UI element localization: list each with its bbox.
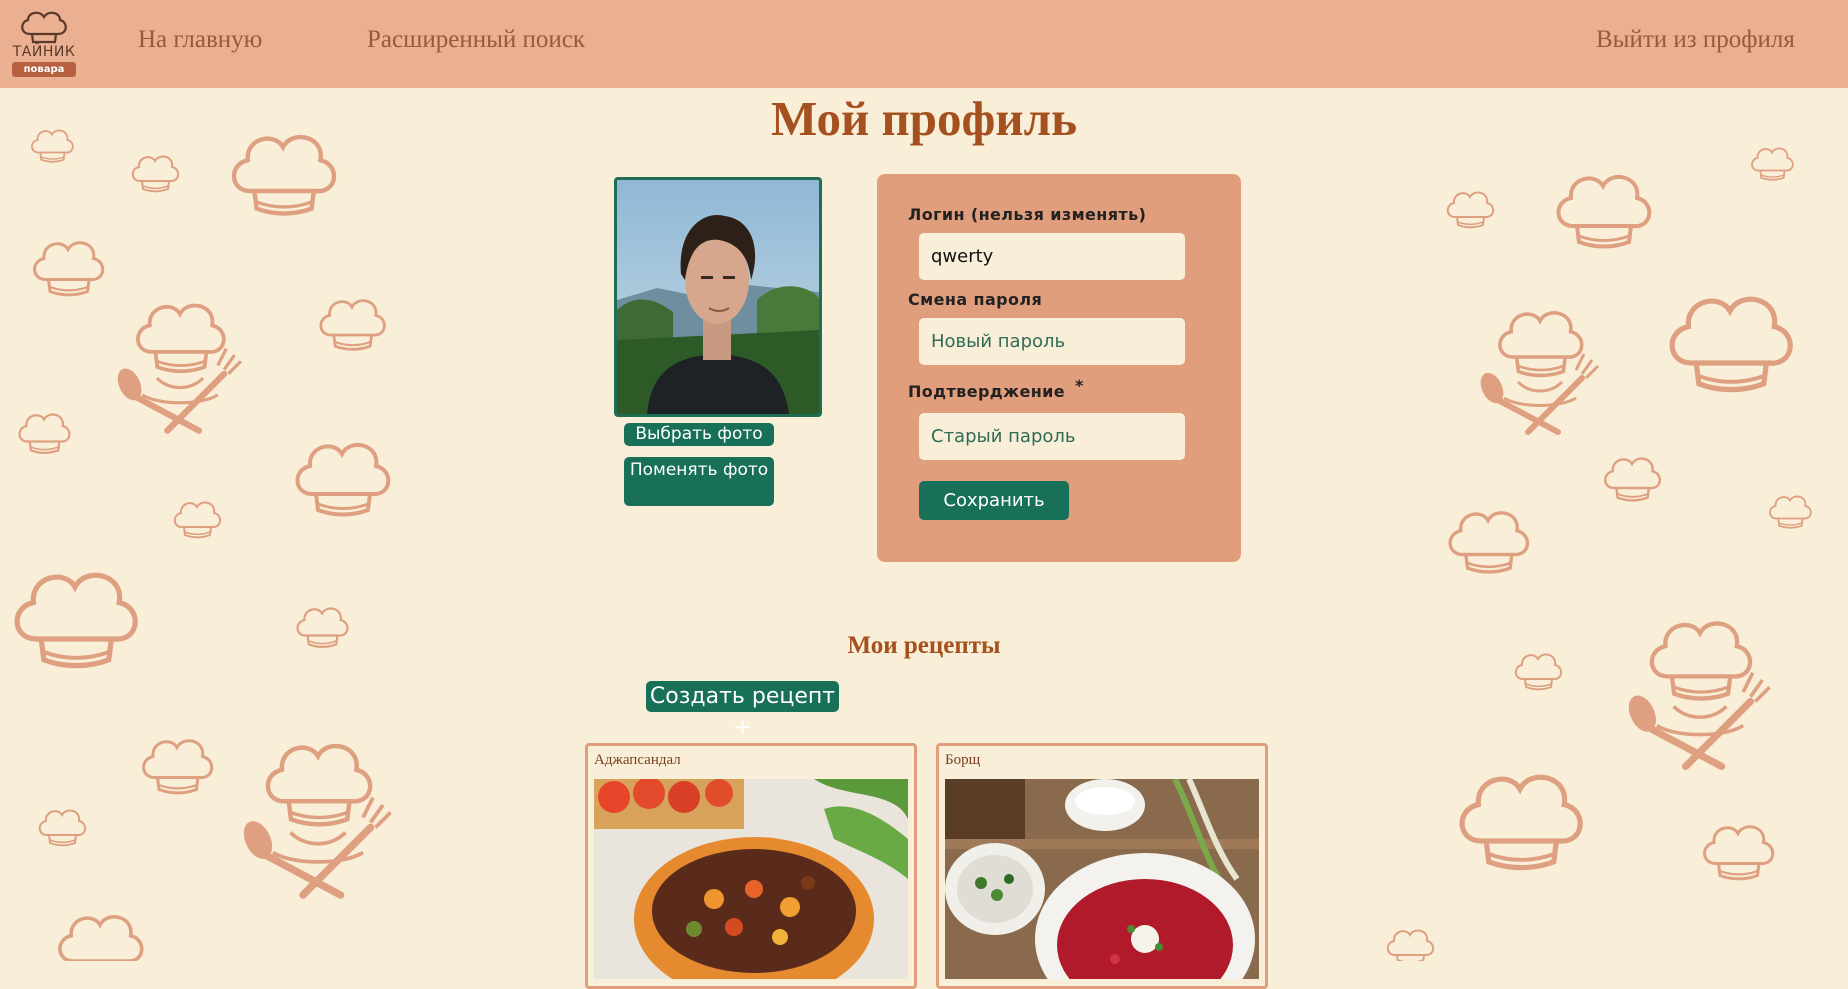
confirm-label: Подтверджение * xyxy=(908,376,1084,401)
choose-photo-button[interactable]: Выбрать фото xyxy=(624,423,774,446)
profile-photo xyxy=(614,177,822,417)
old-password-field[interactable] xyxy=(919,413,1185,460)
recipe-card[interactable]: Аджапсандал xyxy=(585,743,917,989)
password-label: Смена пароля xyxy=(908,290,1043,309)
decor-left xyxy=(17,129,390,961)
confirm-label-text: Подтверджение xyxy=(908,382,1066,401)
logout-link[interactable]: Выйти из профиля xyxy=(1596,26,1795,54)
nav-advanced-search-link[interactable]: Расширенный поиск xyxy=(367,26,585,54)
logo-title: ТАЙНИК xyxy=(12,44,76,60)
recipe-photo-borscht xyxy=(945,779,1259,979)
recipe-card[interactable]: Борщ xyxy=(936,743,1268,989)
my-recipes-title: Мои рецепты xyxy=(847,632,1001,659)
page-title: Мой профиль xyxy=(770,91,1078,146)
new-password-field[interactable] xyxy=(919,318,1185,365)
change-photo-button[interactable]: Поменять фото xyxy=(624,457,774,506)
login-field[interactable] xyxy=(919,233,1185,280)
recipe-card-title[interactable]: Аджапсандал xyxy=(594,752,681,769)
required-mark: * xyxy=(1075,376,1084,395)
create-recipe-button[interactable]: Создать рецепт + xyxy=(646,681,839,740)
top-nav-bar: ТАЙНИК повара На главную Расширенный пои… xyxy=(0,0,1848,88)
recipe-card-title[interactable]: Борщ xyxy=(945,752,980,769)
nav-home-link[interactable]: На главную xyxy=(138,26,262,54)
site-logo[interactable]: ТАЙНИК повара xyxy=(6,6,82,82)
logo-ribbon: повара xyxy=(12,62,76,77)
recipe-photo-ajapsandali xyxy=(594,779,908,979)
save-button[interactable]: Сохранить xyxy=(919,481,1069,520)
recipe-image[interactable] xyxy=(594,779,908,979)
login-label: Логин (нельзя изменять) xyxy=(908,205,1147,224)
avatar xyxy=(617,180,819,414)
decor-right xyxy=(1386,147,1812,961)
recipe-image[interactable] xyxy=(945,779,1259,979)
